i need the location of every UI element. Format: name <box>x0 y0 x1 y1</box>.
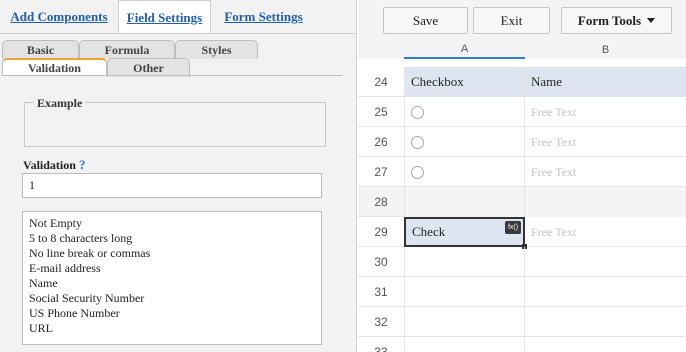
validation-help-link[interactable]: ? <box>79 157 86 173</box>
cell-b25[interactable]: Free Text <box>525 97 686 127</box>
corner-header <box>358 40 404 59</box>
spreadsheet-grid: A B 24 Checkbox Name 25 Free Text 26 Fre… <box>358 40 686 352</box>
validation-option-ssn[interactable]: Social Security Number <box>29 291 315 306</box>
radio-button[interactable] <box>411 165 424 179</box>
form-tools-label: Form Tools <box>577 12 642 28</box>
cell-b24[interactable]: Name <box>525 67 686 97</box>
cell-b32[interactable] <box>525 307 686 337</box>
tab-styles[interactable]: Styles <box>175 40 258 59</box>
cell-a29-text: Check <box>412 224 446 239</box>
subtabs-divider <box>2 75 342 76</box>
validation-input[interactable]: 1 <box>22 173 322 198</box>
cell-b28[interactable] <box>525 187 686 217</box>
validation-label: Validation <box>23 158 76 172</box>
cell-a26[interactable] <box>404 127 525 157</box>
cell-a30[interactable] <box>404 247 525 277</box>
caret-down-icon <box>647 18 656 23</box>
row-number[interactable]: 30 <box>358 247 404 277</box>
table-row: 30 <box>358 247 686 277</box>
validation-option-name[interactable]: Name <box>29 276 315 291</box>
cell-b29[interactable]: Free Text <box>525 217 686 247</box>
row-number[interactable]: 32 <box>358 307 404 337</box>
toolbar: Save Exit Form Tools <box>358 0 686 40</box>
validation-option-length[interactable]: 5 to 8 characters long <box>29 231 315 246</box>
cell-b31[interactable] <box>525 277 686 307</box>
save-button[interactable]: Save <box>383 7 468 34</box>
row-number[interactable]: 26 <box>358 127 404 157</box>
row-number[interactable]: 24 <box>358 67 404 97</box>
cell-a31[interactable] <box>404 277 525 307</box>
tab-field-settings[interactable]: Field Settings <box>118 0 211 34</box>
validation-option-phone[interactable]: US Phone Number <box>29 306 315 321</box>
form-tools-dropdown[interactable]: Form Tools <box>561 7 672 34</box>
cell-b33[interactable] <box>525 337 686 352</box>
column-header-b[interactable]: B <box>525 40 686 59</box>
validation-option-email[interactable]: E-mail address <box>29 261 315 276</box>
table-row: 27 Free Text <box>358 157 686 187</box>
row-number[interactable]: 29 <box>358 217 404 247</box>
cell-a32[interactable] <box>404 307 525 337</box>
table-row: 26 Free Text <box>358 127 686 157</box>
form-grid-panel: Save Exit Form Tools A B 24 Checkbox Nam… <box>358 0 686 352</box>
radio-button[interactable] <box>411 135 424 149</box>
validation-options-list[interactable]: Not Empty 5 to 8 characters long No line… <box>22 211 322 345</box>
table-row: 33 <box>358 337 686 352</box>
table-row: 31 <box>358 277 686 307</box>
cell-b26[interactable]: Free Text <box>525 127 686 157</box>
table-row: 28 <box>358 187 686 217</box>
row-number[interactable]: 31 <box>358 277 404 307</box>
table-row: 25 Free Text <box>358 97 686 127</box>
row-number[interactable]: 28 <box>358 187 404 217</box>
table-row: 32 <box>358 307 686 337</box>
cell-a27[interactable] <box>404 157 525 187</box>
tab-add-components[interactable]: Add Components <box>0 0 118 33</box>
validation-option-not-empty[interactable]: Not Empty <box>29 216 315 231</box>
tabs-divider <box>0 33 357 34</box>
cell-a33[interactable] <box>404 337 525 352</box>
cell-a28[interactable] <box>404 187 525 217</box>
cell-a24[interactable]: Checkbox <box>404 67 525 97</box>
tab-formula[interactable]: Formula <box>79 40 175 59</box>
tab-validation[interactable]: Validation <box>2 58 107 76</box>
row-number[interactable]: 27 <box>358 157 404 187</box>
example-legend: Example <box>34 96 86 111</box>
validation-option-no-linebreak[interactable]: No line break or commas <box>29 246 315 261</box>
tab-basic[interactable]: Basic <box>2 40 79 59</box>
cell-a29-selected[interactable]: Check fx() <box>404 217 527 249</box>
exit-button[interactable]: Exit <box>473 7 550 34</box>
radio-button[interactable] <box>411 105 424 119</box>
column-header-a[interactable]: A <box>404 40 525 59</box>
validation-option-url[interactable]: URL <box>29 321 315 336</box>
cell-b27[interactable]: Free Text <box>525 157 686 187</box>
cell-a25[interactable] <box>404 97 525 127</box>
cell-b30[interactable] <box>525 247 686 277</box>
table-row: 24 Checkbox Name <box>358 67 686 97</box>
table-row: 29 Check fx() Free Text <box>358 217 686 249</box>
row-number[interactable]: 33 <box>358 337 404 352</box>
row-number[interactable]: 25 <box>358 97 404 127</box>
tab-form-settings[interactable]: Form Settings <box>211 0 316 33</box>
field-settings-panel: Add Components Field Settings Form Setti… <box>0 0 357 352</box>
formula-icon[interactable]: fx() <box>505 221 521 234</box>
